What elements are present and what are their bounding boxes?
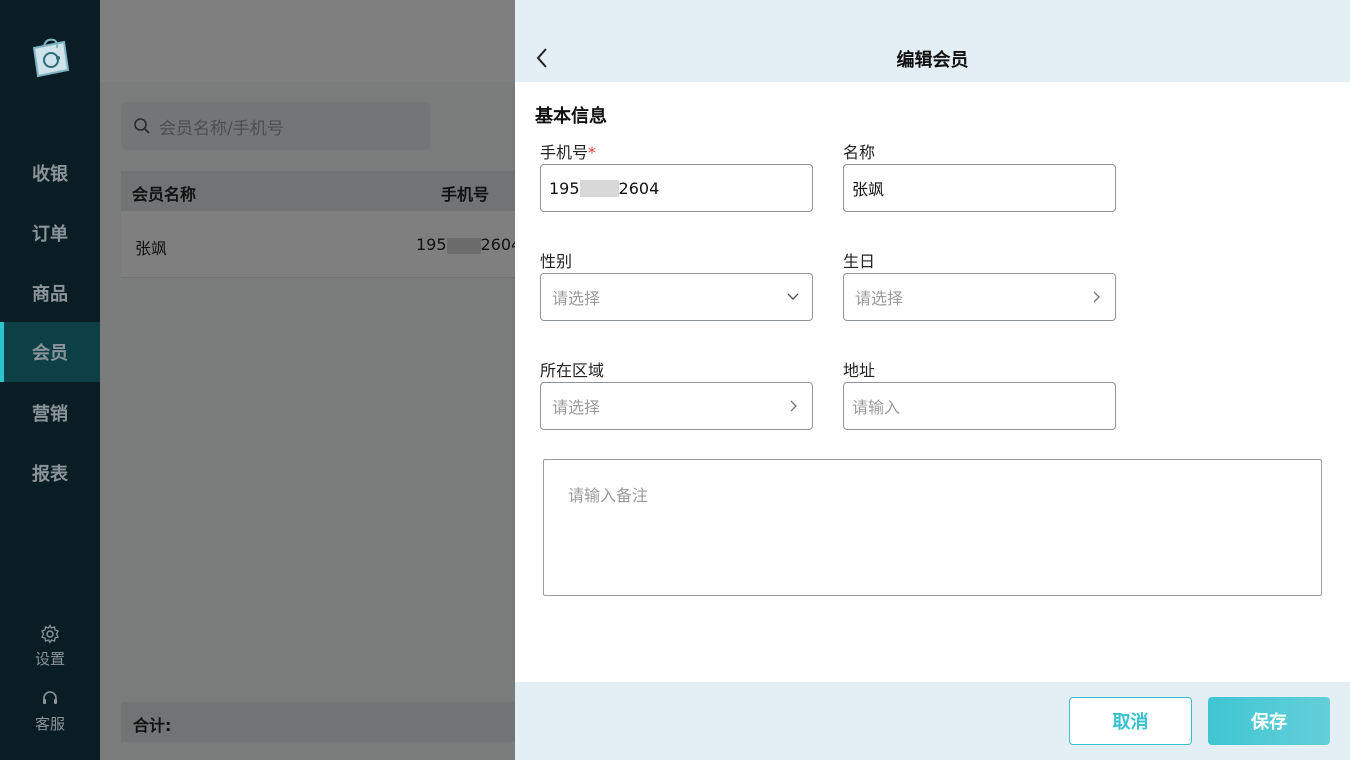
sidebar-item-label: 订单	[32, 224, 68, 245]
settings-label: 设置	[34, 650, 65, 668]
drawer-title: 编辑会员	[896, 50, 969, 71]
region-picker[interactable]: 请选择	[540, 382, 813, 430]
sidebar-item-label: 收银	[32, 164, 68, 185]
gear-icon	[41, 624, 59, 644]
chevron-right-icon	[790, 400, 797, 412]
sidebar-item-label: 营销	[32, 404, 68, 425]
gender-label: 性别	[540, 252, 573, 271]
birthday-label: 生日	[843, 252, 876, 271]
settings-button[interactable]: 设置	[0, 624, 100, 669]
sidebar-item-cashier[interactable]: 收银	[0, 143, 100, 203]
sidebar-item-marketing[interactable]: 营销	[0, 383, 100, 443]
phone-label: 手机号*	[540, 143, 597, 162]
masked-digits	[579, 179, 619, 197]
sidebar-item-label: 会员	[32, 343, 68, 364]
headset-icon	[43, 691, 57, 704]
sidebar-item-orders[interactable]: 订单	[0, 203, 100, 263]
address-field[interactable]: 请输入	[843, 382, 1116, 430]
sidebar: 收银 订单 商品 会员 营销 报表 设置 客服	[0, 0, 100, 760]
gender-select[interactable]: 请选择	[540, 273, 813, 321]
remark-placeholder: 请输入备注	[568, 486, 649, 505]
phone-field[interactable]: 195 2604	[540, 164, 813, 212]
name-field[interactable]: 张飒	[843, 164, 1116, 212]
app-logo-icon	[28, 36, 72, 80]
edit-member-drawer: 编辑会员 基本信息 手机号* 195 2604 名称 张飒 性别 请选择 生日 请…	[515, 0, 1350, 760]
drawer-footer: 取消 保存	[515, 682, 1350, 760]
customer-service-button[interactable]: 客服	[0, 689, 100, 734]
remark-textarea[interactable]: 请输入备注	[543, 459, 1322, 596]
drawer-header: 编辑会员	[515, 0, 1350, 82]
sidebar-item-products[interactable]: 商品	[0, 263, 100, 323]
chevron-right-icon	[1093, 291, 1100, 303]
region-label: 所在区域	[540, 361, 605, 380]
name-label: 名称	[843, 143, 876, 162]
service-label: 客服	[34, 715, 65, 733]
sidebar-item-label: 报表	[32, 464, 68, 485]
section-title: 基本信息	[535, 106, 607, 127]
cancel-button[interactable]: 取消	[1069, 697, 1192, 745]
sidebar-item-reports[interactable]: 报表	[0, 443, 100, 503]
sidebar-item-members[interactable]: 会员	[0, 322, 100, 382]
address-label: 地址	[843, 361, 876, 380]
save-button[interactable]: 保存	[1208, 697, 1330, 745]
chevron-down-icon	[787, 293, 799, 300]
birthday-picker[interactable]: 请选择	[843, 273, 1116, 321]
sidebar-item-label: 商品	[32, 284, 68, 305]
modal-backdrop[interactable]	[100, 0, 515, 760]
